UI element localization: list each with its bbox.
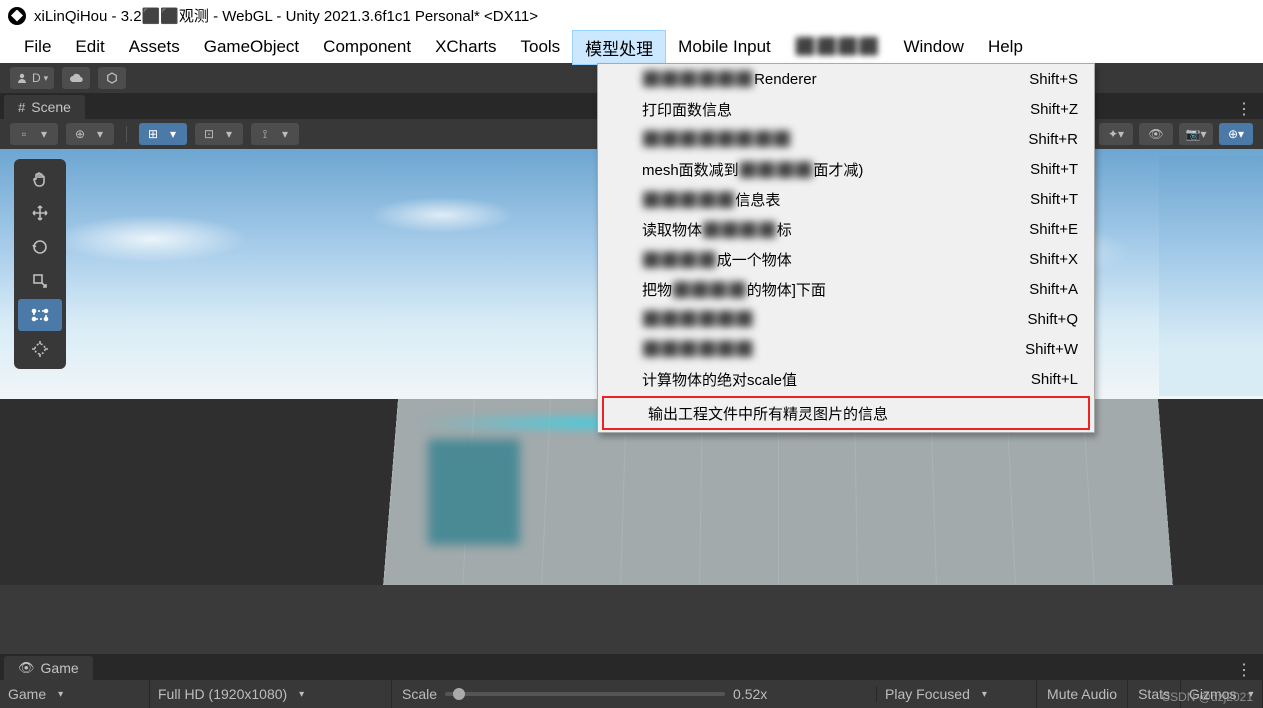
display-dropdown[interactable]: Game <box>0 680 150 708</box>
scale-icon <box>31 272 49 290</box>
unity-icon <box>8 7 26 25</box>
rotate-tool[interactable] <box>18 231 62 263</box>
play-focused-dropdown[interactable]: Play Focused <box>877 680 1037 708</box>
menu-window[interactable]: Window <box>891 33 975 61</box>
menu-item-1[interactable]: 打印面数信息Shift+Z <box>598 94 1094 124</box>
scale-value: 0.52x <box>733 686 767 702</box>
chevron-down-icon: ▾ <box>34 124 54 144</box>
user-icon <box>16 72 28 84</box>
slider-thumb[interactable] <box>453 688 465 700</box>
scene-fx-button[interactable]: ✦▾ <box>1099 123 1133 145</box>
account-button[interactable]: D <box>10 67 54 89</box>
menu-item-7[interactable]: 把物⬛⬛⬛⬛的物体]下面Shift+A <box>598 274 1094 304</box>
scale-slider[interactable] <box>445 692 725 696</box>
sky-strip-right <box>1159 156 1263 396</box>
move-tool[interactable] <box>18 197 62 229</box>
cloud-icon <box>69 73 83 83</box>
game-footer: Game Full HD (1920x1080) Scale 0.52x Pla… <box>0 680 1263 708</box>
scene-visibility-button[interactable]: 👁 <box>1139 123 1173 145</box>
pivot-icon: ▫ <box>14 124 34 144</box>
menu-item-9[interactable]: ⬛⬛⬛⬛⬛⬛Shift+W <box>598 334 1094 364</box>
hand-tool[interactable] <box>18 163 62 195</box>
hexagon-icon <box>106 72 118 84</box>
grid-icon: ⊞ <box>143 124 163 144</box>
scale-tool[interactable] <box>18 265 62 297</box>
menu-obscured[interactable]: ⬛⬛⬛⬛ <box>783 33 892 61</box>
menu-item-5[interactable]: 读取物体⬛⬛⬛⬛标Shift+E <box>598 214 1094 244</box>
menubar: File Edit Assets GameObject Component XC… <box>0 31 1263 63</box>
scene-tab-options[interactable]: ⋮ <box>1236 99 1253 119</box>
menu-tools[interactable]: Tools <box>508 33 572 61</box>
hand-icon <box>31 170 49 188</box>
menu-edit[interactable]: Edit <box>63 33 116 61</box>
model-processing-menu: ⬛⬛⬛⬛⬛⬛RendererShift+S 打印面数信息Shift+Z ⬛⬛⬛⬛… <box>597 63 1095 433</box>
rotate-icon <box>31 238 49 256</box>
transform-icon <box>31 340 49 358</box>
scale-label: Scale <box>402 686 437 702</box>
transform-tool[interactable] <box>18 333 62 365</box>
menu-model-processing[interactable]: 模型处理 <box>572 30 666 65</box>
chevron-down-icon: ▾ <box>90 124 110 144</box>
scene-object-blur3 <box>428 439 520 545</box>
snap-increment-group[interactable]: ⊡ ▾ <box>195 123 243 145</box>
menu-component[interactable]: Component <box>311 33 423 61</box>
resolution-dropdown[interactable]: Full HD (1920x1080) <box>150 680 392 708</box>
menu-assets[interactable]: Assets <box>117 33 192 61</box>
game-tab-row: 👁 Game ⋮ <box>0 654 1263 680</box>
transform-tool-panel <box>14 159 66 369</box>
watermark: CSDN @dzj2021 <box>1161 690 1253 704</box>
move-icon <box>31 204 49 222</box>
mute-audio-button[interactable]: Mute Audio <box>1037 680 1128 708</box>
menu-gameobject[interactable]: GameObject <box>192 33 311 61</box>
grid-snap-group[interactable]: ⊞ ▾ <box>139 123 187 145</box>
scene-gizmos-button[interactable]: ⊕▾ <box>1219 123 1253 145</box>
menu-item-0[interactable]: ⬛⬛⬛⬛⬛⬛RendererShift+S <box>598 64 1094 94</box>
chevron-down-icon: ▾ <box>219 124 239 144</box>
menu-item-11[interactable]: 输出工程文件中所有精灵图片的信息 <box>604 398 1088 428</box>
window-titlebar: xiLinQiHou - 3.2⬛⬛观测 - WebGL - Unity 202… <box>0 0 1263 31</box>
menu-file[interactable]: File <box>12 33 63 61</box>
scale-control: Scale 0.52x <box>392 686 877 702</box>
scene-tab[interactable]: # Scene <box>4 95 85 119</box>
menu-item-4[interactable]: ⬛⬛⬛⬛⬛信息表Shift+T <box>598 184 1094 214</box>
chevron-down-icon: ▾ <box>275 124 295 144</box>
menu-xcharts[interactable]: XCharts <box>423 33 508 61</box>
menu-item-3[interactable]: mesh面数减到⬛⬛⬛⬛面才减)Shift+T <box>598 154 1094 184</box>
chevron-down-icon: ▾ <box>163 124 183 144</box>
handle-rotation-group[interactable]: ⟟ ▾ <box>251 123 299 145</box>
menu-mobile-input[interactable]: Mobile Input <box>666 33 783 61</box>
menu-item-2[interactable]: ⬛⬛⬛⬛⬛⬛⬛⬛Shift+R <box>598 124 1094 154</box>
scene-camera-button[interactable]: 📷▾ <box>1179 123 1213 145</box>
menu-help[interactable]: Help <box>976 33 1035 61</box>
separator <box>126 126 127 142</box>
ruler-icon: ⟟ <box>255 124 275 144</box>
game-tab[interactable]: 👁 Game <box>4 656 93 680</box>
window-title: xiLinQiHou - 3.2⬛⬛观测 - WebGL - Unity 202… <box>34 5 538 26</box>
rect-tool[interactable] <box>18 299 62 331</box>
draw-mode-group[interactable]: ▫ ▾ <box>10 123 58 145</box>
menu-item-8[interactable]: ⬛⬛⬛⬛⬛⬛Shift+Q <box>598 304 1094 334</box>
rect-icon <box>31 306 49 324</box>
snap-icon: ⊡ <box>199 124 219 144</box>
game-tab-icon: 👁 <box>18 660 35 676</box>
menu-item-6[interactable]: ⬛⬛⬛⬛成一个物体Shift+X <box>598 244 1094 274</box>
menu-item-10[interactable]: 计算物体的绝对scale值Shift+L <box>598 364 1094 394</box>
game-tab-options[interactable]: ⋮ <box>1236 660 1253 680</box>
cloud-button[interactable] <box>62 67 90 89</box>
shading-mode-group[interactable]: ⊕ ▾ <box>66 123 114 145</box>
globe-icon: ⊕ <box>70 124 90 144</box>
menu-item-highlighted: 输出工程文件中所有精灵图片的信息 <box>602 396 1090 430</box>
package-button[interactable] <box>98 67 126 89</box>
scene-tab-icon: # <box>18 100 25 115</box>
